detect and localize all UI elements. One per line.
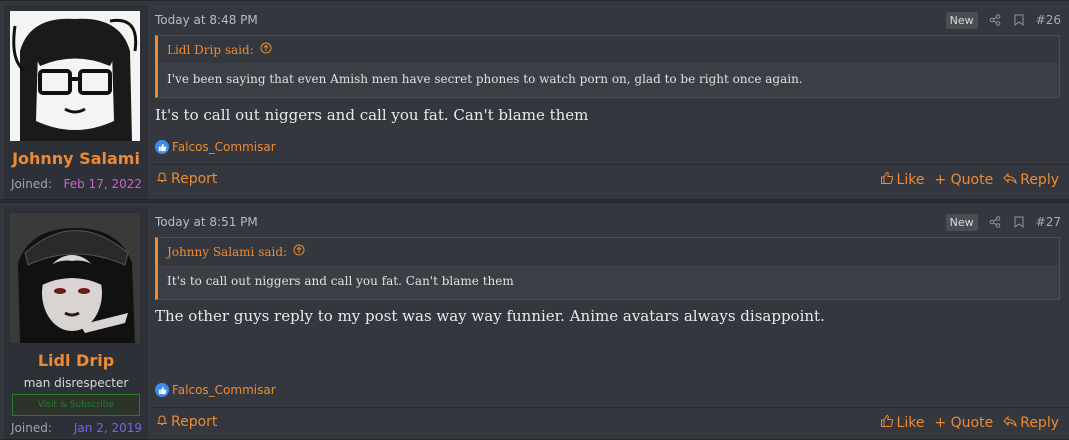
- post-attributes: New #27: [945, 213, 1061, 231]
- user-panel: Lidl Drip man disrespecter Visit & Subsc…: [4, 207, 148, 439]
- new-badge: New: [945, 213, 978, 231]
- like-button[interactable]: Like: [880, 171, 925, 189]
- reply-icon: [1003, 415, 1017, 431]
- post-message: It's to call out niggers and call you fa…: [155, 106, 589, 124]
- quote-author[interactable]: Lidl Drip said:: [167, 43, 254, 57]
- quote-button[interactable]: + Quote: [934, 414, 993, 432]
- post-footer: Report Like + Quote Reply: [150, 407, 1069, 437]
- post-attributes: New #26: [945, 11, 1061, 29]
- reaction-user[interactable]: Falcos_Commisar: [172, 383, 276, 397]
- quote-label: + Quote: [934, 415, 994, 431]
- thumbs-up-icon: [880, 414, 894, 432]
- bell-icon: [156, 414, 168, 430]
- share-icon[interactable]: [988, 215, 1002, 229]
- post-main: Today at 8:48 PM New #26 Lidl Drip said:…: [150, 1, 1069, 199]
- user-title: man disrespecter: [23, 376, 129, 390]
- reactions-bar[interactable]: Falcos_Commisar: [155, 140, 276, 154]
- reactions-bar[interactable]: Falcos_Commisar: [155, 383, 276, 397]
- quote-button[interactable]: + Quote: [934, 171, 993, 189]
- username[interactable]: Johnny Salami: [4, 149, 148, 168]
- joined-label: Joined:: [11, 177, 52, 191]
- post-footer: Report Like + Quote Reply: [150, 164, 1069, 194]
- new-badge: New: [945, 11, 978, 29]
- quote-header[interactable]: Lidl Drip said:: [167, 42, 272, 57]
- like-reaction-icon: [155, 140, 169, 154]
- post-timestamp[interactable]: Today at 8:48 PM: [155, 13, 258, 27]
- post-timestamp[interactable]: Today at 8:51 PM: [155, 215, 258, 229]
- quote-label: + Quote: [934, 172, 994, 188]
- share-icon[interactable]: [988, 13, 1002, 27]
- post-actions: Like + Quote Reply: [880, 171, 1059, 189]
- bookmark-icon[interactable]: [1012, 215, 1026, 229]
- post-number[interactable]: #26: [1036, 13, 1061, 27]
- like-label: Like: [896, 172, 925, 188]
- reply-label: Reply: [1020, 415, 1059, 431]
- joined-date: Feb 17, 2022: [63, 177, 143, 191]
- report-label: Report: [171, 414, 218, 430]
- reaction-user[interactable]: Falcos_Commisar: [172, 140, 276, 154]
- report-button[interactable]: Report: [156, 414, 217, 430]
- like-button[interactable]: Like: [880, 414, 925, 432]
- quote-text: It's to call out niggers and call you fa…: [158, 265, 1059, 299]
- joined-label: Joined:: [11, 421, 52, 435]
- joined-date: Jan 2, 2019: [73, 421, 142, 435]
- reply-button[interactable]: Reply: [1003, 414, 1059, 432]
- user-panel: Johnny Salami Joined: Feb 17, 2022: [4, 5, 148, 199]
- reply-icon: [1003, 172, 1017, 188]
- post-main: Today at 8:51 PM New #27 Johnny Salami s…: [150, 203, 1069, 439]
- report-button[interactable]: Report: [156, 171, 217, 187]
- post-27: Lidl Drip man disrespecter Visit & Subsc…: [0, 202, 1069, 440]
- avatar[interactable]: [10, 11, 140, 141]
- quote-block: Lidl Drip said: I've been saying that ev…: [155, 35, 1060, 98]
- post-26: Johnny Salami Joined: Feb 17, 2022 Today…: [0, 0, 1069, 200]
- joined-info: Joined: Feb 17, 2022: [11, 177, 142, 191]
- bell-icon: [156, 171, 168, 187]
- avatar[interactable]: [10, 213, 140, 343]
- reply-button[interactable]: Reply: [1003, 171, 1059, 189]
- user-banner: Visit & Subscribe: [12, 394, 140, 416]
- report-label: Report: [171, 171, 218, 187]
- joined-info: Joined: Jan 2, 2019: [11, 421, 142, 435]
- post-actions: Like + Quote Reply: [880, 414, 1059, 432]
- like-reaction-icon: [155, 383, 169, 397]
- quote-header[interactable]: Johnny Salami said:: [167, 244, 305, 259]
- username[interactable]: Lidl Drip: [4, 351, 148, 370]
- quote-block: Johnny Salami said: It's to call out nig…: [155, 237, 1060, 300]
- post-number[interactable]: #27: [1036, 215, 1061, 229]
- quote-text: I've been saying that even Amish men hav…: [158, 63, 1059, 97]
- bookmark-icon[interactable]: [1012, 13, 1026, 27]
- arrow-up-circle-icon[interactable]: [260, 42, 272, 57]
- reply-label: Reply: [1020, 172, 1059, 188]
- quote-author[interactable]: Johnny Salami said:: [167, 245, 287, 259]
- arrow-up-circle-icon[interactable]: [293, 244, 305, 259]
- like-label: Like: [896, 415, 925, 431]
- thumbs-up-icon: [880, 171, 894, 189]
- post-message: The other guys reply to my post was way …: [155, 307, 825, 325]
